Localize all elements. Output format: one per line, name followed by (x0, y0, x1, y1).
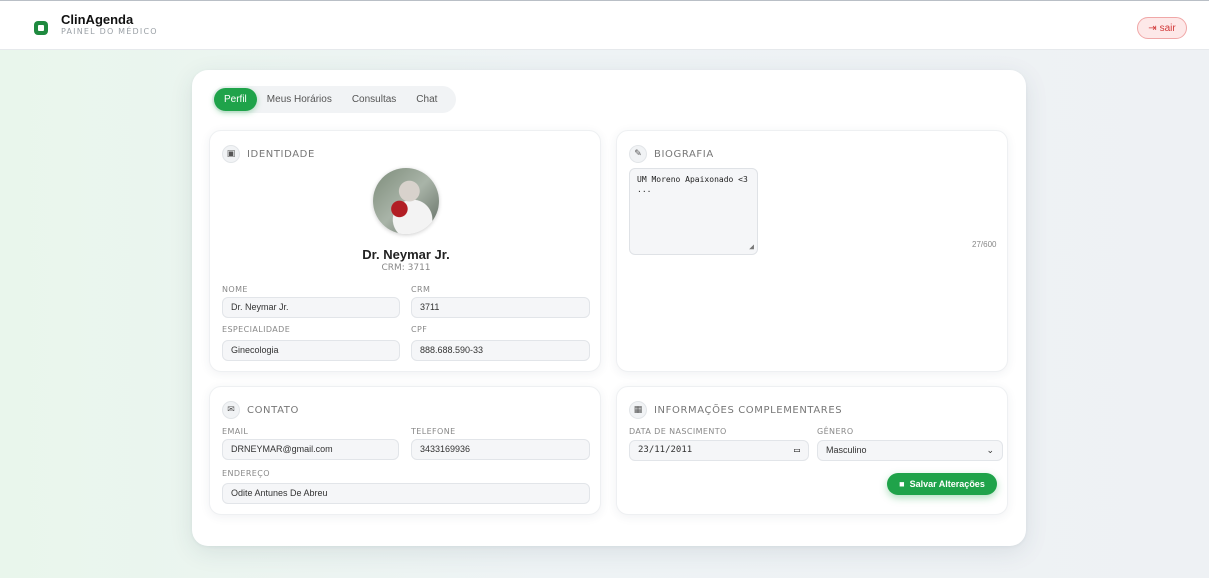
logout-icon: ⇥ (1148, 22, 1157, 34)
top-bar: ClinAgenda PAINEL DO MÉDICO ⇥ sair (0, 0, 1209, 50)
telefone-input[interactable]: 3433169936 (411, 439, 590, 460)
floppy-disk-icon: ■ (899, 479, 905, 489)
resize-handle-icon[interactable]: ◢ (749, 242, 754, 252)
contact-title: CONTATO (247, 404, 299, 416)
envelope-icon: ✉ (222, 401, 240, 419)
nascimento-value: 23/11/2011 (638, 445, 693, 455)
biography-header: ✎ BIOGRAFIA (629, 145, 714, 163)
tab-perfil[interactable]: Perfil (214, 88, 257, 111)
nascimento-input[interactable]: 23/11/2011 ▭ (629, 440, 809, 461)
crm-label: CRM (411, 285, 431, 294)
biography-title: BIOGRAFIA (654, 148, 714, 160)
nome-input[interactable]: Dr. Neymar Jr. (222, 297, 400, 318)
extra-info-header: ▦ INFORMAÇÕES COMPLEMENTARES (629, 401, 842, 419)
crm-input[interactable]: 3711 (411, 297, 590, 318)
biography-card: ✎ BIOGRAFIA UM Moreno Apaixonado <3 ... … (616, 130, 1008, 372)
biography-textarea[interactable]: UM Moreno Apaixonado <3 ... ◢ (629, 168, 758, 255)
tab-bar: Perfil Meus Horários Consultas Chat (212, 86, 456, 113)
edit-icon: ✎ (629, 145, 647, 163)
extra-info-title: INFORMAÇÕES COMPLEMENTARES (654, 404, 843, 416)
id-card-icon: ▣ (222, 145, 240, 163)
clinic-logo-icon (34, 21, 48, 35)
logout-label: sair (1159, 22, 1176, 34)
identity-title: IDENTIDADE (247, 148, 315, 160)
email-input[interactable]: DRNEYMAR@gmail.com (222, 439, 399, 460)
especialidade-label: ESPECIALIDADE (222, 325, 291, 334)
biography-text: UM Moreno Apaixonado <3 ... (637, 175, 748, 194)
calendar-picker-icon[interactable]: ▭ (794, 441, 800, 460)
tab-consultas[interactable]: Consultas (342, 88, 406, 111)
contact-header: ✉ CONTATO (222, 401, 299, 419)
tab-meus-horarios[interactable]: Meus Horários (257, 88, 342, 111)
chevron-down-icon: ⌄ (986, 445, 994, 455)
endereco-input[interactable]: Odite Antunes De Abreu (222, 483, 590, 504)
cpf-label: CPF (411, 325, 428, 334)
brand-name: ClinAgenda (61, 12, 134, 27)
tab-chat[interactable]: Chat (406, 88, 447, 111)
email-label: EMAIL (222, 427, 249, 436)
genero-select[interactable]: Masculino ⌄ (817, 440, 1003, 461)
identity-header: ▣ IDENTIDADE (222, 145, 315, 163)
avatar[interactable] (373, 168, 439, 234)
contact-card: ✉ CONTATO EMAIL DRNEYMAR@gmail.com TELEF… (209, 386, 601, 515)
genero-label: GÊNERO (817, 427, 854, 436)
doctor-name: Dr. Neymar Jr. (362, 247, 450, 262)
identity-card: ▣ IDENTIDADE Dr. Neymar Jr. CRM: 3711 NO… (209, 130, 601, 372)
brand-subtitle: PAINEL DO MÉDICO (61, 27, 158, 36)
save-changes-label: Salvar Alterações (909, 479, 985, 489)
logout-button[interactable]: ⇥ sair (1137, 17, 1187, 39)
doctor-crm: CRM: 3711 (381, 263, 431, 273)
extra-info-card: ▦ INFORMAÇÕES COMPLEMENTARES DATA DE NAS… (616, 386, 1008, 515)
cpf-input[interactable]: 888.688.590-33 (411, 340, 590, 361)
profile-panel: Perfil Meus Horários Consultas Chat ▣ ID… (192, 70, 1026, 546)
endereco-label: ENDEREÇO (222, 469, 270, 478)
calendar-icon: ▦ (629, 401, 647, 419)
nascimento-label: DATA DE NASCIMENTO (629, 427, 727, 436)
biography-char-count: 27/600 (972, 240, 997, 249)
telefone-label: TELEFONE (411, 427, 456, 436)
genero-value: Masculino (826, 445, 867, 455)
especialidade-input[interactable]: Ginecologia (222, 340, 400, 361)
save-changes-button[interactable]: ■ Salvar Alterações (887, 473, 997, 495)
nome-label: NOME (222, 285, 248, 294)
